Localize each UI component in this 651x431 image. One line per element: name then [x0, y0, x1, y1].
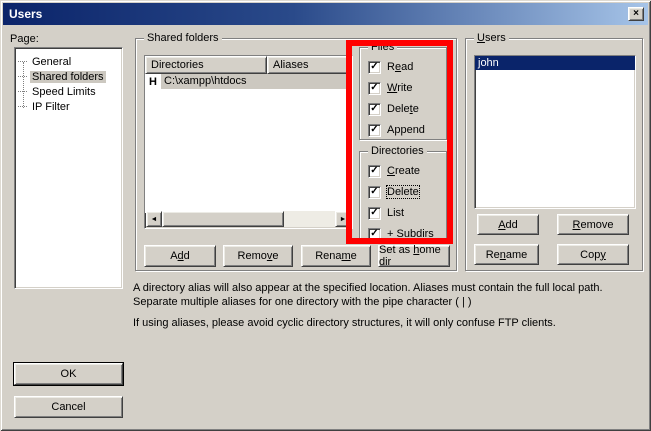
- check-icon: ✓: [370, 62, 378, 72]
- shared-folders-list[interactable]: Directories Aliases H C:\xampp\htdocs ◄ …: [144, 55, 353, 229]
- checkbox-label: Write: [387, 82, 412, 94]
- cancel-button[interactable]: Cancel: [14, 396, 123, 418]
- permission-row-create[interactable]: ✓ Create: [368, 163, 420, 179]
- checkbox-label: Append: [387, 124, 425, 136]
- close-icon: ×: [633, 9, 639, 19]
- page-item-label: Speed Limits: [30, 86, 98, 98]
- check-icon: ✓: [370, 166, 378, 176]
- cyclic-note: If using aliases, please avoid cyclic di…: [133, 316, 636, 330]
- directories-group-label: Directories: [368, 145, 427, 157]
- page-item-shared-folders[interactable]: Shared folders: [15, 69, 122, 84]
- files-permissions-group: Files ✓ Read ✓ Write ✓ Delete ✓ Append: [359, 47, 447, 140]
- scroll-left-arrow[interactable]: ◄: [146, 211, 162, 227]
- check-icon: ✓: [370, 229, 378, 239]
- page-tree: General Shared folders Speed Limits IP F…: [15, 54, 122, 114]
- page-item-label: IP Filter: [30, 101, 72, 113]
- tree-connector: [18, 76, 27, 77]
- checkbox-subdirs[interactable]: ✓: [368, 228, 381, 241]
- checkbox-label: Read: [387, 61, 413, 73]
- page-item-speed-limits[interactable]: Speed Limits: [15, 84, 122, 99]
- checkbox-list[interactable]: ✓: [368, 207, 381, 220]
- close-button[interactable]: ×: [628, 7, 644, 21]
- button-label: Remove: [238, 250, 279, 262]
- ok-button[interactable]: OK: [14, 363, 123, 385]
- title-bar[interactable]: Users ×: [3, 3, 648, 25]
- user-row-john[interactable]: john: [475, 56, 635, 70]
- shared-remove-button[interactable]: Remove: [223, 245, 293, 267]
- shared-rename-button[interactable]: Rename: [301, 245, 371, 267]
- check-icon: ✓: [370, 83, 378, 93]
- checkbox-label: + Subdirs: [387, 228, 434, 240]
- checkbox-delete-dir[interactable]: ✓: [368, 186, 381, 199]
- button-label: Rename: [486, 249, 528, 261]
- directory-row[interactable]: H C:\xampp\htdocs: [145, 74, 352, 89]
- button-label: Set as home dir: [379, 244, 449, 268]
- permission-row-read[interactable]: ✓ Read: [368, 59, 413, 75]
- shared-folders-group: Shared folders Directories Aliases H C:\…: [135, 38, 457, 271]
- checkbox-read[interactable]: ✓: [368, 61, 381, 74]
- page-list[interactable]: General Shared folders Speed Limits IP F…: [14, 47, 123, 289]
- checkbox-write[interactable]: ✓: [368, 82, 381, 95]
- arrow-left-icon: ◄: [151, 216, 158, 223]
- permission-row-list[interactable]: ✓ List: [368, 205, 404, 221]
- tree-connector: [18, 106, 27, 107]
- page-item-general[interactable]: General: [15, 54, 122, 69]
- permission-row-subdirs[interactable]: ✓ + Subdirs: [368, 226, 434, 242]
- permission-row-delete-file[interactable]: ✓ Delete: [368, 101, 419, 117]
- user-copy-button[interactable]: Copy: [557, 244, 629, 265]
- check-icon: ✓: [370, 104, 378, 114]
- permission-row-append[interactable]: ✓ Append: [368, 122, 425, 138]
- checkbox-create[interactable]: ✓: [368, 165, 381, 178]
- home-flag: H: [145, 76, 161, 88]
- scrollbar-track[interactable]: [284, 211, 335, 227]
- set-as-home-dir-button[interactable]: Set as home dir: [378, 245, 450, 267]
- column-header-directories[interactable]: Directories: [145, 56, 267, 74]
- checkbox-label: Create: [387, 165, 420, 177]
- files-group-label: Files: [368, 41, 397, 53]
- permission-row-write[interactable]: ✓ Write: [368, 80, 412, 96]
- button-label: Cancel: [51, 401, 85, 413]
- alias-note: A directory alias will also appear at th…: [133, 281, 636, 309]
- users-group: Users john Add Remove Rename Copy: [465, 38, 643, 271]
- page-item-label: Shared folders: [30, 71, 106, 83]
- button-label: Add: [170, 250, 190, 262]
- checkbox-delete-file[interactable]: ✓: [368, 103, 381, 116]
- arrow-right-icon: ►: [340, 216, 347, 223]
- shared-folders-group-label: Shared folders: [144, 32, 222, 44]
- page-item-label: General: [30, 56, 73, 68]
- permission-row-delete-dir[interactable]: ✓ Delete: [368, 184, 419, 200]
- users-list[interactable]: john: [474, 55, 636, 209]
- user-remove-button[interactable]: Remove: [557, 214, 629, 235]
- tree-connector: [18, 91, 27, 92]
- directories-permissions-group: Directories ✓ Create ✓ Delete ✓ List ✓ +…: [359, 151, 447, 241]
- users-dialog: Users × Page: General Shared folders Spe…: [0, 0, 651, 431]
- button-label: OK: [61, 368, 77, 380]
- check-icon: ✓: [370, 125, 378, 135]
- button-label: Add: [498, 219, 518, 231]
- scrollbar-thumb[interactable]: [162, 211, 284, 227]
- user-rename-button[interactable]: Rename: [474, 244, 539, 265]
- user-add-button[interactable]: Add: [477, 214, 539, 235]
- page-label: Page:: [10, 33, 39, 45]
- list-body: H C:\xampp\htdocs: [145, 74, 352, 213]
- check-icon: ✓: [370, 208, 378, 218]
- checkbox-label: Delete: [387, 103, 419, 115]
- column-header-aliases[interactable]: Aliases: [267, 56, 352, 74]
- users-group-label: Users: [474, 32, 509, 44]
- checkbox-append[interactable]: ✓: [368, 124, 381, 137]
- button-label: Copy: [580, 249, 606, 261]
- window-title: Users: [9, 7, 42, 21]
- checkbox-label: Delete: [387, 186, 419, 198]
- directory-path: C:\xampp\htdocs: [161, 74, 352, 89]
- checkbox-label: List: [387, 207, 404, 219]
- shared-add-button[interactable]: Add: [144, 245, 216, 267]
- scroll-right-arrow[interactable]: ►: [335, 211, 351, 227]
- button-label: Rename: [315, 250, 357, 262]
- check-icon: ✓: [370, 187, 378, 197]
- horizontal-scrollbar[interactable]: ◄ ►: [146, 211, 351, 227]
- page-item-ip-filter[interactable]: IP Filter: [15, 99, 122, 114]
- button-label: Remove: [573, 219, 614, 231]
- list-header: Directories Aliases: [145, 56, 352, 74]
- tree-connector: [18, 61, 27, 62]
